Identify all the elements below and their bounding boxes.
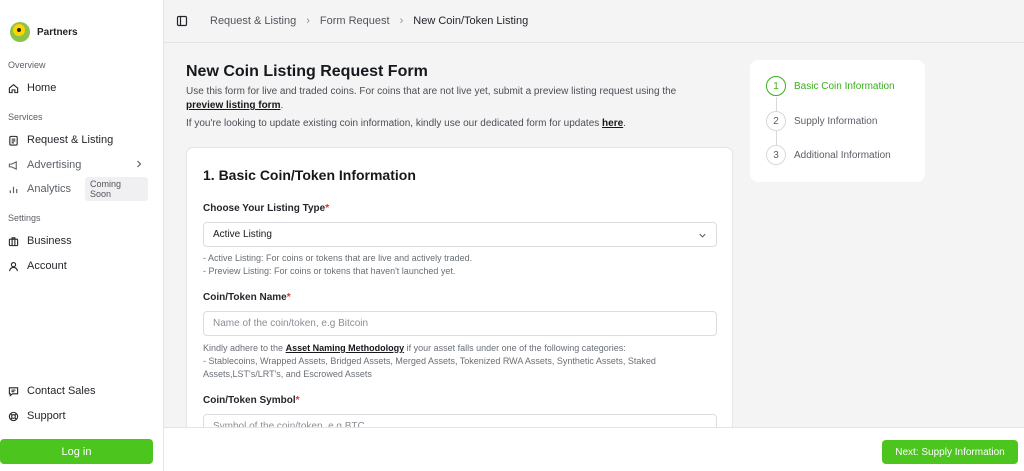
sidebar-toggle-icon[interactable]	[176, 15, 188, 27]
sidebar-item-analytics[interactable]: Analytics Coming Soon	[8, 177, 148, 201]
listing-type-help: - Active Listing: For coins or tokens th…	[203, 252, 472, 278]
breadcrumb: Request & Listing › Form Request › New C…	[210, 15, 528, 27]
sidebar-item-business[interactable]: Business	[8, 231, 148, 251]
required-marker: *	[325, 203, 330, 214]
sidebar-item-request-listing[interactable]: Request & Listing	[8, 130, 148, 150]
breadcrumb-separator-icon: ›	[306, 15, 310, 27]
coming-soon-badge: Coming Soon	[85, 177, 148, 201]
step-supply-info[interactable]: 2 Supply Information	[766, 111, 877, 131]
coin-name-help: Kindly adhere to the Asset Naming Method…	[203, 342, 656, 381]
breadcrumb-current: New Coin/Token Listing	[413, 15, 529, 27]
briefcase-icon	[8, 236, 19, 247]
section-label-overview: Overview	[8, 60, 46, 70]
step-number: 3	[766, 145, 786, 165]
coin-name-label: Coin/Token Name*	[203, 292, 291, 303]
page-title: New Coin Listing Request Form	[186, 63, 428, 80]
brand-name: Partners	[37, 26, 78, 38]
coin-name-input[interactable]	[203, 311, 717, 336]
next-supply-information-button[interactable]: Next: Supply Information	[882, 440, 1018, 464]
section-label-services: Services	[8, 112, 43, 122]
help-line: - Stablecoins, Wrapped Assets, Bridged A…	[203, 356, 656, 366]
clipboard-icon	[8, 135, 19, 146]
preview-listing-link[interactable]: preview listing form	[186, 100, 280, 111]
sidebar-item-advertising[interactable]: Advertising	[8, 155, 148, 175]
breadcrumb-form-request[interactable]: Form Request	[320, 15, 390, 27]
coin-symbol-input[interactable]	[203, 414, 717, 427]
lifebuoy-icon	[8, 411, 19, 422]
update-text: If you're looking to update existing coi…	[186, 118, 626, 129]
login-button[interactable]: Log in	[0, 439, 153, 464]
asset-naming-methodology-link[interactable]: Asset Naming Methodology	[286, 343, 405, 353]
listing-type-value: Active Listing	[213, 229, 272, 240]
sidebar-item-label: Business	[27, 235, 72, 247]
bar-chart-icon	[8, 184, 19, 195]
help-line: - Active Listing: For coins or tokens th…	[203, 253, 473, 263]
topbar: Request & Listing › Form Request › New C…	[164, 0, 1024, 43]
form-stepper: 1 Basic Coin Information 2 Supply Inform…	[750, 60, 925, 182]
form-footer: Next: Supply Information	[164, 427, 1024, 471]
step-connector	[776, 97, 777, 111]
update-end: .	[623, 118, 626, 129]
section-label-settings: Settings	[8, 213, 41, 223]
required-marker: *	[286, 292, 291, 303]
sidebar-item-support[interactable]: Support	[8, 406, 148, 426]
help-line: - Preview Listing: For coins or tokens t…	[203, 266, 456, 276]
step-label: Supply Information	[794, 115, 878, 127]
sidebar-item-contact-sales[interactable]: Contact Sales	[8, 381, 148, 401]
step-number: 2	[766, 111, 786, 131]
chevron-right-icon	[134, 159, 144, 169]
coin-symbol-label: Coin/Token Symbol*	[203, 395, 300, 406]
step-additional-info[interactable]: 3 Additional Information	[766, 145, 891, 165]
update-here-link[interactable]: here	[602, 118, 623, 129]
coin-name-label-text: Coin/Token Name	[203, 292, 287, 303]
listing-type-label-text: Choose Your Listing Type	[203, 203, 326, 214]
intro-body: Use this form for live and traded coins.…	[186, 86, 677, 97]
help-line: Assets,LST's/LRT's, and Escrowed Assets	[203, 369, 372, 379]
sidebar-item-home[interactable]: Home	[8, 78, 148, 98]
brand[interactable]: Partners	[10, 22, 78, 42]
sidebar-item-account[interactable]: Account	[8, 256, 148, 276]
user-icon	[8, 261, 19, 272]
chevron-down-icon	[698, 231, 707, 240]
form-section-title: 1. Basic Coin/Token Information	[203, 167, 416, 183]
sidebar-item-label: Home	[27, 82, 57, 94]
breadcrumb-separator-icon: ›	[399, 15, 404, 27]
help-prefix: Kindly adhere to the	[203, 343, 284, 353]
help-suffix: if your asset falls under one of the fol…	[406, 343, 626, 353]
sidebar-item-label: Request & Listing	[27, 134, 114, 146]
step-label: Additional Information	[794, 149, 891, 161]
update-body: If you're looking to update existing coi…	[186, 118, 600, 129]
form-card: 1. Basic Coin/Token Information Choose Y…	[186, 147, 733, 427]
required-marker: *	[295, 395, 300, 406]
sidebar-item-label: Account	[27, 260, 67, 272]
sidebar-item-label: Support	[27, 410, 66, 422]
step-basic-info[interactable]: 1 Basic Coin Information	[766, 76, 895, 96]
sidebar-item-label: Advertising	[27, 159, 82, 171]
step-connector	[776, 131, 777, 145]
listing-type-label: Choose Your Listing Type*	[203, 203, 329, 214]
sidebar-item-label: Analytics	[27, 183, 72, 195]
main-content: New Coin Listing Request Form Use this f…	[164, 44, 1024, 427]
help-line: Kindly adhere to the Asset Naming Method…	[203, 342, 656, 355]
intro-end: .	[280, 100, 284, 111]
megaphone-icon	[8, 160, 19, 171]
chat-icon	[8, 386, 19, 397]
brand-logo-icon	[10, 22, 30, 42]
sidebar: Partners Overview Home Services Request …	[0, 0, 164, 471]
sidebar-item-label: Contact Sales	[27, 385, 96, 397]
listing-type-select[interactable]: Active Listing	[203, 222, 717, 247]
coin-symbol-label-text: Coin/Token Symbol	[203, 395, 296, 406]
intro-text: Use this form for live and traded coins.…	[186, 85, 716, 113]
step-label: Basic Coin Information	[794, 80, 895, 92]
home-icon	[8, 83, 19, 94]
step-number: 1	[766, 76, 786, 96]
breadcrumb-request-listing[interactable]: Request & Listing	[210, 15, 296, 27]
